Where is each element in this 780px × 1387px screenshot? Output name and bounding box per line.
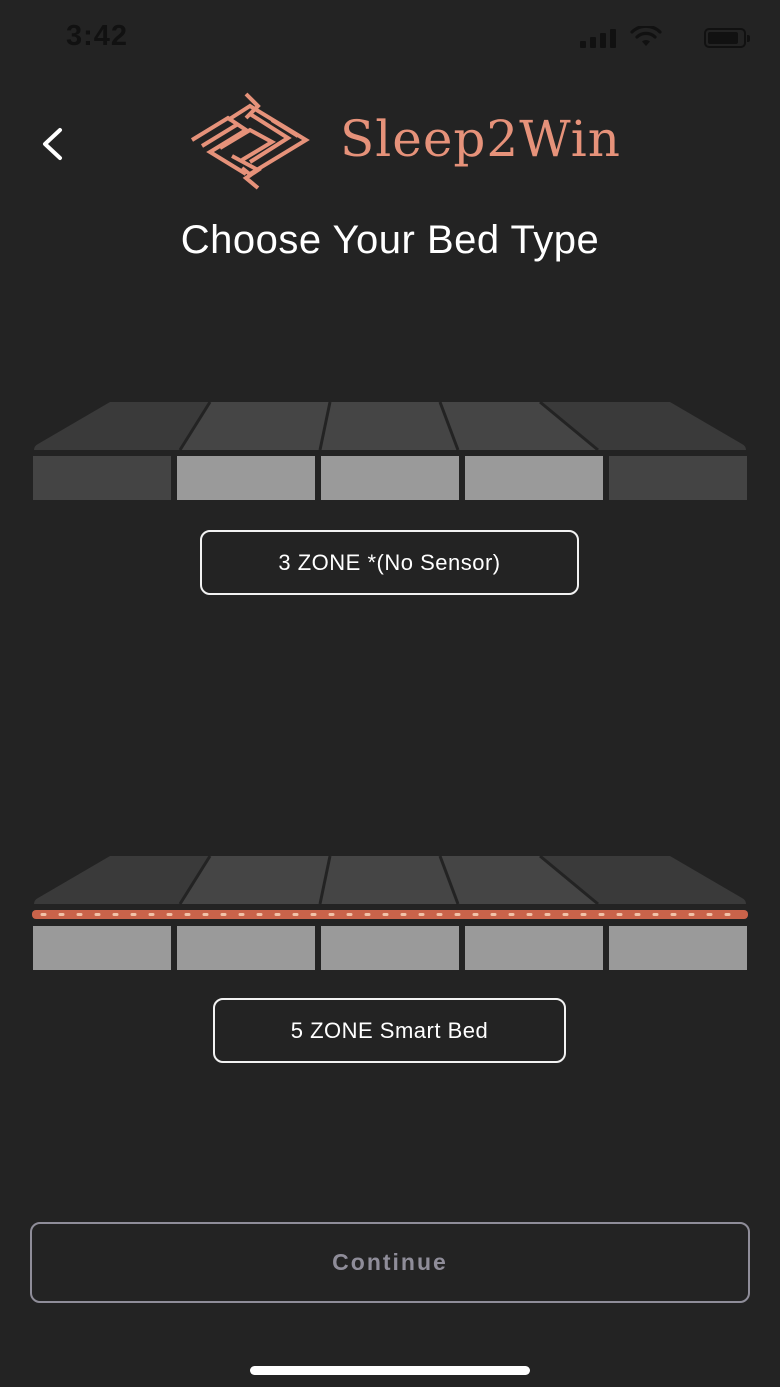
bed-3-zone-illustration[interactable] xyxy=(30,398,750,504)
page-title: Choose Your Bed Type xyxy=(180,218,600,262)
bed-option-3-zone-button[interactable]: 3 ZONE *(No Sensor) xyxy=(200,530,579,595)
bed-zone-segment xyxy=(465,456,603,500)
bed-option-5-zone-button[interactable]: 5 ZONE Smart Bed xyxy=(213,998,566,1063)
back-button[interactable] xyxy=(28,116,76,172)
bed-zone-segment xyxy=(33,926,171,970)
sensor-strip xyxy=(32,910,748,919)
status-time: 3:42 xyxy=(66,20,129,52)
sleep2win-logo-icon xyxy=(190,92,310,190)
home-indicator xyxy=(250,1366,530,1375)
bed-zone-segment xyxy=(465,926,603,970)
brand-logo: Sleep2Win xyxy=(188,90,658,194)
bed-zone-segment xyxy=(177,456,315,500)
battery-icon xyxy=(704,28,750,48)
bed-5-zone-illustration[interactable] xyxy=(30,852,750,974)
wifi-icon xyxy=(630,26,662,46)
bed-zone-segment xyxy=(321,926,459,970)
bed-zone-segment xyxy=(177,926,315,970)
continue-button[interactable]: Continue xyxy=(30,1222,750,1303)
brand-name: Sleep2Win xyxy=(340,110,621,168)
bed-zone-segment xyxy=(609,456,747,500)
cellular-signal-icon xyxy=(580,28,616,48)
status-bar: 3:42 xyxy=(0,0,780,80)
chevron-left-icon xyxy=(43,128,62,160)
bed-zone-segment xyxy=(609,926,747,970)
bed-zone-segment xyxy=(33,456,171,500)
bed-zone-segment xyxy=(321,456,459,500)
